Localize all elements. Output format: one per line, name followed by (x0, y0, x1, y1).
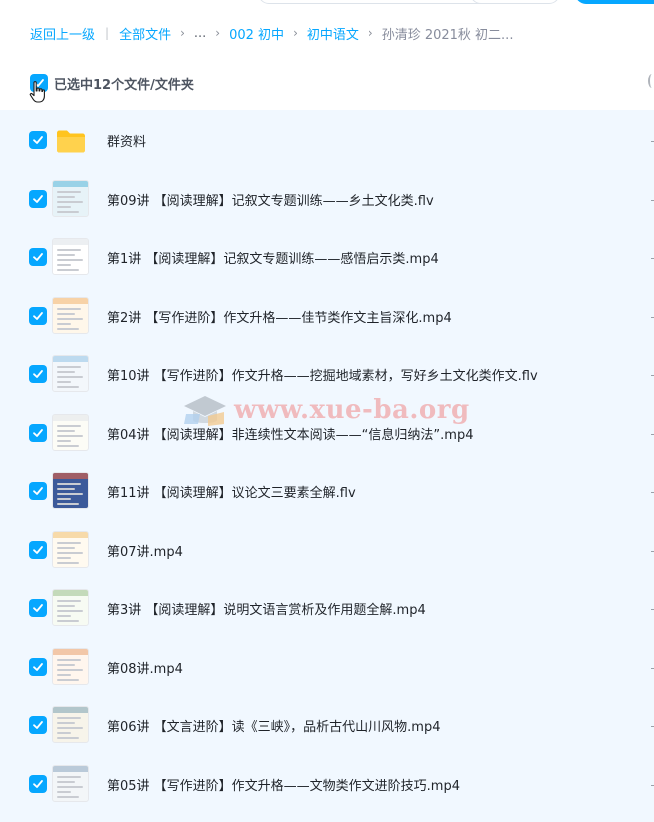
selection-count-label: 已选中12个文件/文件夹 (54, 77, 194, 93)
file-checkbox[interactable] (29, 131, 47, 149)
file-row[interactable]: 第05讲 【写作进阶】作文升格——文物类作文进阶技巧.mp4 (0, 755, 654, 813)
file-name[interactable]: 第07讲.mp4 (107, 541, 183, 560)
file-row[interactable]: 第3讲 【阅读理解】说明文语言赏析及作用题全解.mp4 (0, 579, 654, 637)
chevron-right-icon: › (180, 26, 185, 40)
file-checkbox[interactable] (29, 599, 47, 617)
file-name[interactable]: 第06讲 【文言进阶】读《三峡》，品析古代山川风物.mp4 (107, 716, 441, 735)
file-row[interactable]: 第10讲 【写作进阶】作文升格——挖掘地域素材，写好乡土文化类作文.flv (0, 345, 654, 403)
chevron-right-icon: › (293, 26, 298, 40)
file-row[interactable]: 群资料 (0, 111, 654, 169)
file-row[interactable]: 第07讲.mp4 (0, 521, 654, 579)
breadcrumb-all-files[interactable]: 全部文件 (119, 24, 171, 43)
hand-cursor-icon (29, 81, 45, 103)
video-thumbnail (52, 179, 89, 217)
file-row[interactable]: 第11讲 【阅读理解】议论文三要素全解.flv (0, 462, 654, 520)
breadcrumb-level1[interactable]: 002 初中 (229, 24, 284, 43)
file-row[interactable]: 第04讲 【阅读理解】非连续性文本阅读——“信息归纳法”.mp4 (0, 404, 654, 462)
file-name[interactable]: 第2讲 【写作进阶】作文升格——佳节类作文主旨深化.mp4 (107, 307, 452, 326)
check-icon (33, 487, 43, 495)
breadcrumb: 返回上一级 | 全部文件 › ... › 002 初中 › 初中语文 › 孙清珍… (30, 22, 513, 44)
file-checkbox[interactable] (29, 306, 47, 325)
check-icon (33, 604, 43, 612)
top-toolbar (0, 0, 654, 6)
video-thumbnail (52, 355, 89, 392)
file-name[interactable]: 第04讲 【阅读理解】非连续性文本阅读——“信息归纳法”.mp4 (107, 424, 473, 443)
column-edge (648, 74, 654, 88)
breadcrumb-current: 孙清珍 2021秋 初二... (381, 27, 514, 43)
check-icon (33, 253, 43, 261)
file-name[interactable]: 第05讲 【写作进阶】作文升格——文物类作文进阶技巧.mp4 (107, 775, 460, 794)
check-icon (33, 721, 43, 729)
file-checkbox[interactable] (29, 657, 47, 676)
file-name[interactable]: 第08讲.mp4 (107, 658, 183, 677)
breadcrumb-ellipsis[interactable]: ... (194, 26, 206, 41)
file-checkbox[interactable] (29, 189, 47, 208)
file-row[interactable]: 第2讲 【写作进阶】作文升格——佳节类作文主旨深化.mp4 (0, 287, 654, 345)
check-icon (33, 662, 43, 671)
file-name[interactable]: 第10讲 【写作进阶】作文升格——挖掘地域素材，写好乡土文化类作文.flv (107, 365, 538, 384)
breadcrumb-divider: | (105, 26, 110, 40)
video-thumbnail (52, 589, 89, 626)
chevron-right-icon: › (367, 26, 373, 40)
chevron-right-icon: › (215, 26, 221, 40)
video-thumbnail (52, 238, 89, 275)
check-icon (33, 779, 43, 788)
file-name[interactable]: 第11讲 【阅读理解】议论文三要素全解.flv (107, 482, 356, 501)
video-thumbnail (52, 764, 89, 802)
file-checkbox[interactable] (29, 716, 47, 734)
file-name[interactable]: 群资料 (107, 131, 146, 150)
check-icon (33, 370, 43, 378)
breadcrumb-level2[interactable]: 初中语文 (307, 24, 359, 43)
check-icon (33, 428, 43, 437)
check-icon (33, 545, 43, 554)
file-checkbox[interactable] (29, 482, 47, 500)
video-thumbnail (52, 296, 89, 334)
check-icon (33, 311, 43, 320)
file-row[interactable]: 第06讲 【文言进阶】读《三峡》，品析古代山川风物.mp4 (0, 696, 654, 754)
video-thumbnail (52, 647, 89, 685)
file-list: 群资料第09讲 【阅读理解】记叙文专题训练——乡土文化类.flv 第1讲 【阅读理… (0, 110, 654, 822)
file-name[interactable]: 第1讲 【阅读理解】记叙文专题训练——感悟启示类.mp4 (107, 248, 439, 267)
file-checkbox[interactable] (29, 248, 47, 266)
file-checkbox[interactable] (29, 540, 47, 559)
toolbar-button[interactable] (470, 0, 560, 4)
video-thumbnail (52, 413, 89, 451)
file-checkbox[interactable] (29, 774, 47, 793)
file-checkbox[interactable] (29, 365, 47, 383)
video-thumbnail (52, 530, 89, 568)
file-row[interactable]: 第09讲 【阅读理解】记叙文专题训练——乡土文化类.flv (0, 170, 654, 228)
file-row[interactable]: 第08讲.mp4 (0, 638, 654, 696)
video-thumbnail (52, 706, 89, 743)
file-name[interactable]: 第3讲 【阅读理解】说明文语言赏析及作用题全解.mp4 (107, 599, 426, 618)
file-row[interactable]: 第1讲 【阅读理解】记叙文专题训练——感悟启示类.mp4 (0, 228, 654, 286)
back-link[interactable]: 返回上一级 (30, 24, 95, 43)
folder-icon (57, 130, 85, 153)
upload-button[interactable] (575, 0, 654, 4)
file-name[interactable]: 第09讲 【阅读理解】记叙文专题训练——乡土文化类.flv (107, 190, 434, 209)
check-icon (33, 136, 43, 144)
video-thumbnail (52, 472, 89, 509)
check-icon (33, 194, 43, 203)
file-checkbox[interactable] (29, 423, 47, 442)
selection-bar: 已选中12个文件/文件夹 (30, 70, 194, 96)
